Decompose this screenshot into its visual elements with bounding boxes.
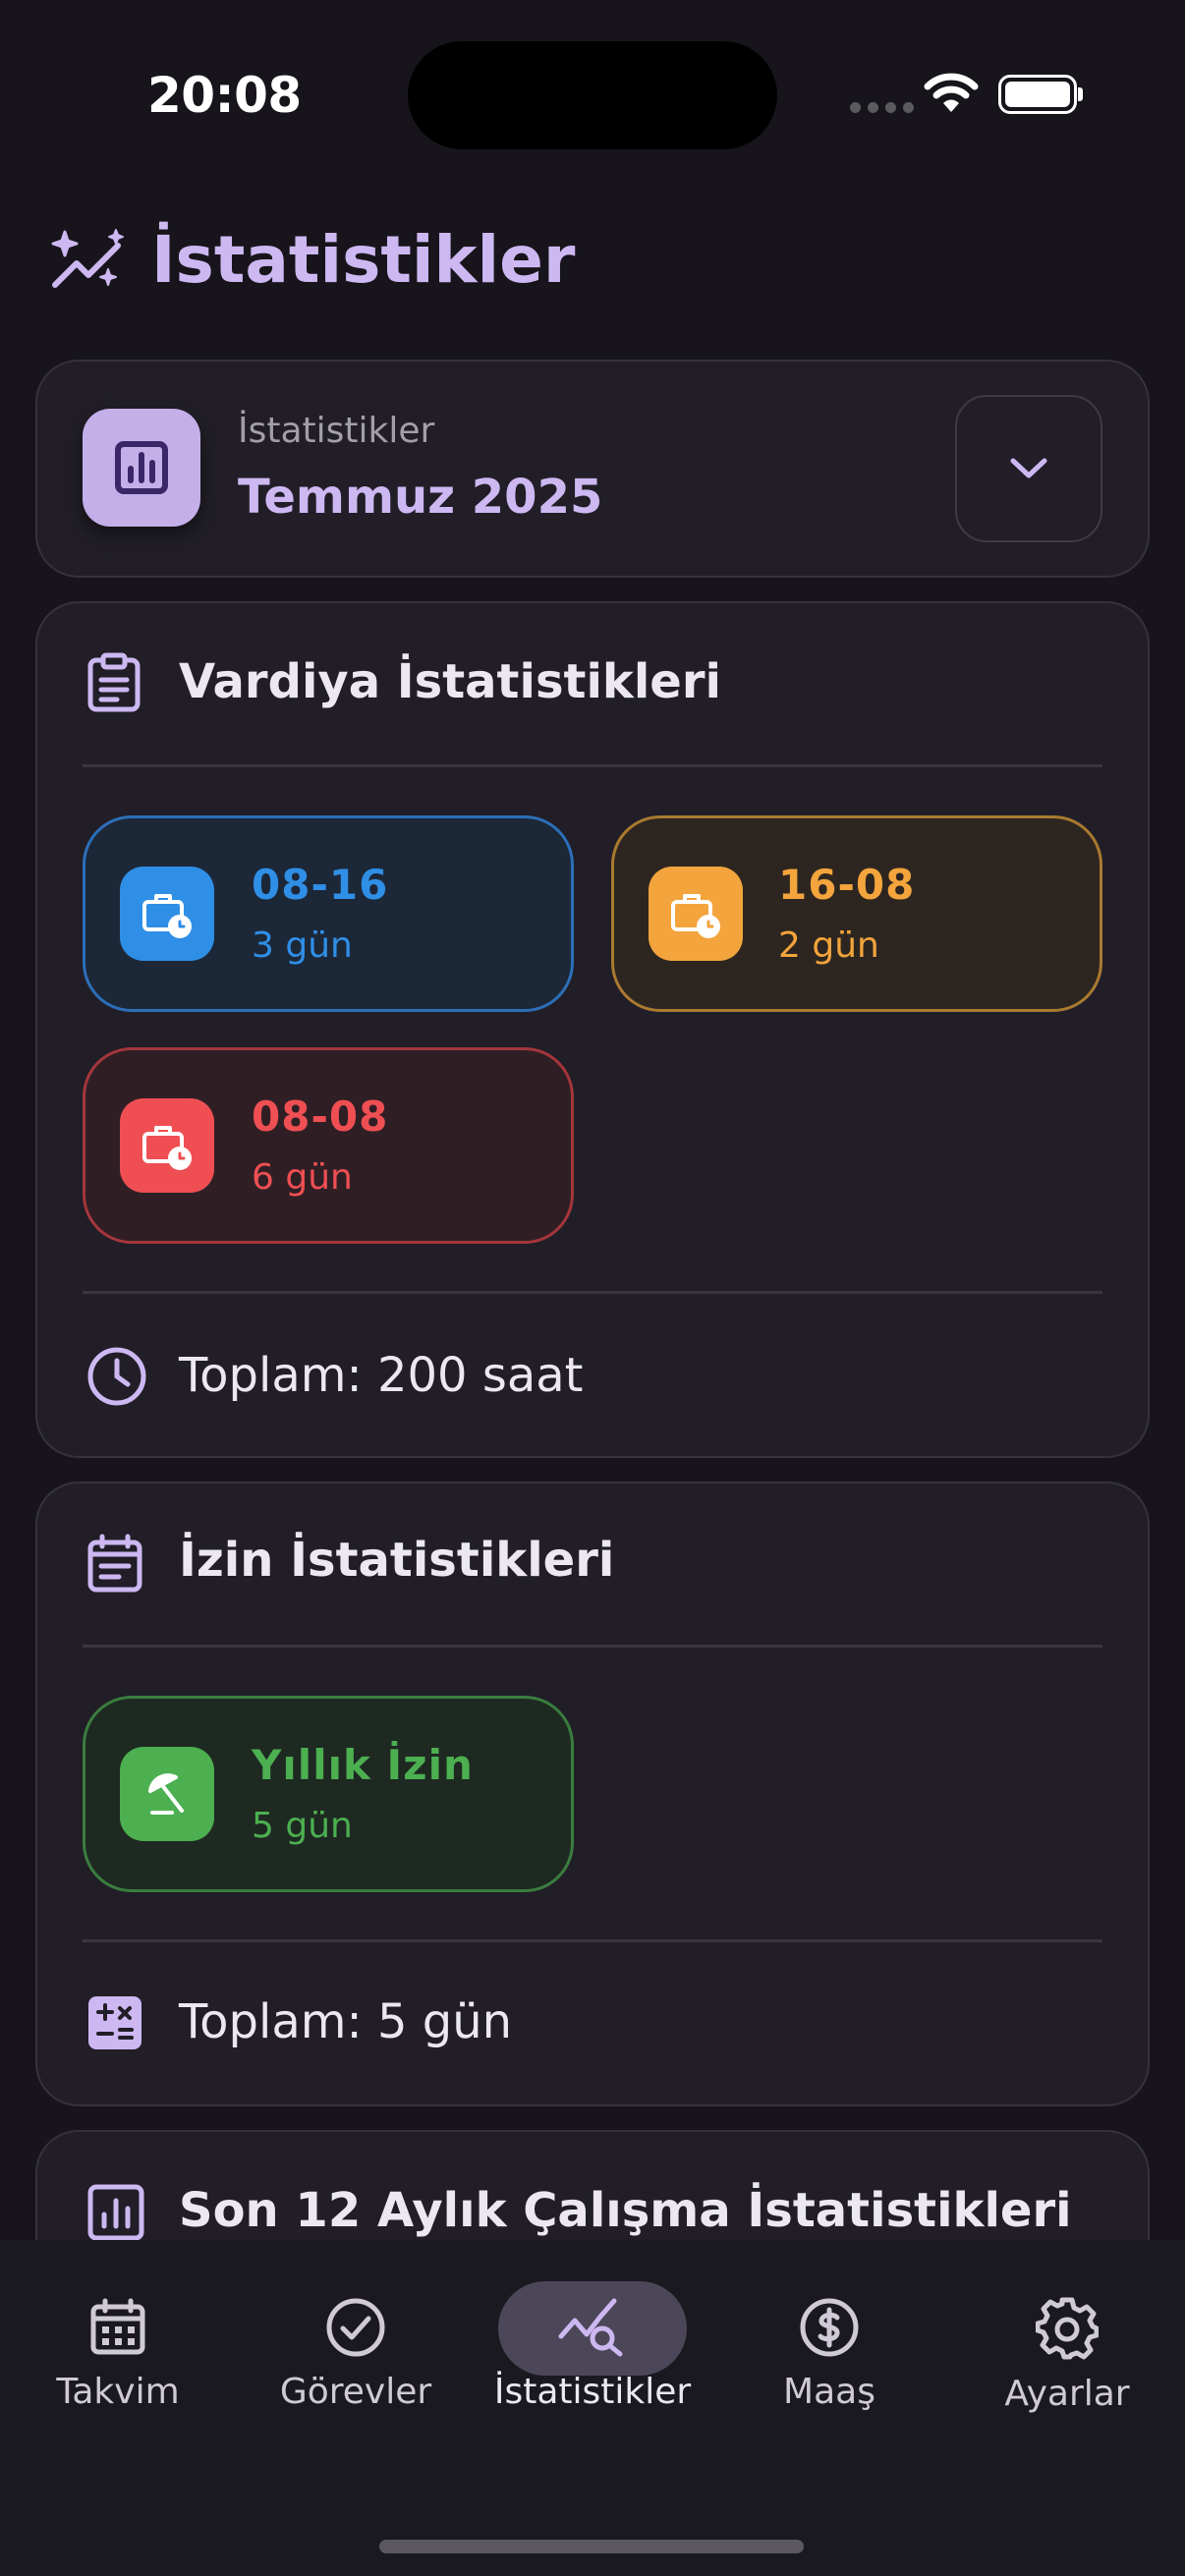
stats-search-icon (558, 2298, 623, 2357)
briefcase-clock-icon (649, 867, 743, 961)
battery-icon (998, 75, 1077, 114)
nav-label: Görevler (279, 2372, 432, 2412)
calendar-icon (90, 2298, 145, 2355)
selected-month: Temmuz 2025 (238, 470, 603, 525)
wifi-icon (924, 73, 979, 114)
sparkles-chart-icon (47, 224, 130, 303)
status-time: 20:08 (147, 67, 302, 124)
nav-item-gorevler[interactable]: Görevler (248, 2297, 464, 2412)
nav-item-maas[interactable]: Maaş (721, 2297, 937, 2412)
shift-days: 2 gün (778, 925, 879, 966)
chevron-down-icon (1010, 458, 1047, 478)
clock-icon (86, 1346, 147, 1407)
leave-days: 5 gün (252, 1806, 353, 1846)
nav-item-ayarlar[interactable]: Ayarlar (959, 2297, 1175, 2414)
month-selector-label: İstatistikler (238, 411, 435, 451)
shift-days: 6 gün (252, 1157, 353, 1198)
briefcase-clock-icon (120, 867, 214, 961)
home-indicator[interactable] (379, 2540, 804, 2553)
shift-total: Toplam: 200 saat (179, 1348, 584, 1403)
nav-label: Maaş (783, 2372, 875, 2412)
yearly-stats-title: Son 12 Aylık Çalışma İstatistikleri (179, 2183, 1072, 2238)
gear-icon (1036, 2297, 1099, 2360)
shift-stats-card (35, 601, 1150, 1458)
shift-name: 16-08 (778, 861, 916, 909)
clipboard-icon (86, 652, 141, 713)
nav-label: Takvim (56, 2372, 180, 2412)
divider (83, 764, 1102, 767)
dynamic-island (408, 41, 777, 149)
cellular-signal-icon (850, 102, 914, 113)
leave-name: Yıllık İzin (252, 1741, 474, 1789)
beach-umbrella-icon (120, 1747, 214, 1841)
briefcase-clock-icon (120, 1098, 214, 1193)
bar-chart-icon (83, 409, 200, 527)
dollar-circle-icon (800, 2298, 859, 2357)
nav-label: İstatistikler (493, 2372, 692, 2412)
calendar-list-icon (86, 1533, 143, 1594)
calculator-icon (86, 1994, 143, 2051)
page-title: İstatistikler (151, 222, 576, 298)
leave-stats-title: İzin İstatistikleri (179, 1533, 615, 1588)
divider (83, 1291, 1102, 1294)
leave-total: Toplam: 5 gün (179, 1994, 513, 2049)
divider (83, 1645, 1102, 1648)
month-dropdown-button[interactable] (955, 395, 1102, 542)
shift-name: 08-16 (252, 861, 389, 909)
bar-chart-icon (86, 2183, 145, 2242)
shift-days: 3 gün (252, 925, 353, 966)
divider (83, 1939, 1102, 1942)
nav-item-istatistikler[interactable]: İstatistikler (484, 2297, 701, 2412)
check-circle-icon (326, 2298, 385, 2357)
nav-label: Ayarlar (1004, 2374, 1130, 2414)
shift-stats-title: Vardiya İstatistikleri (179, 654, 721, 709)
battery-cap (1078, 87, 1083, 101)
shift-name: 08-08 (252, 1092, 389, 1141)
nav-item-takvim[interactable]: Takvim (10, 2297, 226, 2412)
